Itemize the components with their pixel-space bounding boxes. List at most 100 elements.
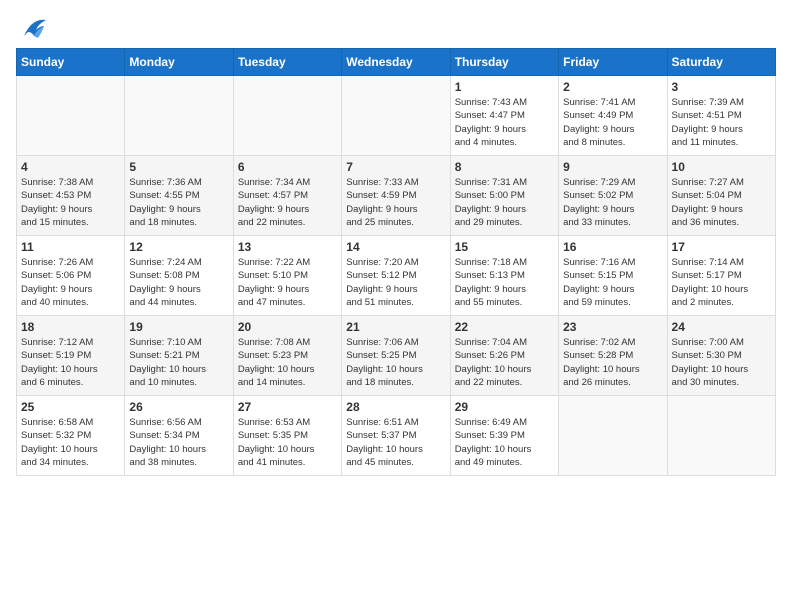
day-number: 25 [21,400,120,414]
calendar-cell: 1 Sunrise: 7:43 AM Sunset: 4:47 PM Daylig… [450,76,558,156]
day-info: Sunrise: 7:00 AM Sunset: 5:30 PM Dayligh… [672,336,771,389]
day-info: Sunrise: 7:34 AM Sunset: 4:57 PM Dayligh… [238,176,337,229]
day-number: 20 [238,320,337,334]
day-info: Sunrise: 7:38 AM Sunset: 4:53 PM Dayligh… [21,176,120,229]
day-info: Sunrise: 6:49 AM Sunset: 5:39 PM Dayligh… [455,416,554,469]
day-number: 18 [21,320,120,334]
calendar-cell: 29 Sunrise: 6:49 AM Sunset: 5:39 PM Dayli… [450,396,558,476]
day-number: 28 [346,400,445,414]
calendar-cell: 8 Sunrise: 7:31 AM Sunset: 5:00 PM Daylig… [450,156,558,236]
day-number: 15 [455,240,554,254]
day-number: 6 [238,160,337,174]
calendar-cell: 21 Sunrise: 7:06 AM Sunset: 5:25 PM Dayli… [342,316,450,396]
day-number: 5 [129,160,228,174]
calendar-cell: 27 Sunrise: 6:53 AM Sunset: 5:35 PM Dayli… [233,396,341,476]
logo-icon [16,16,48,44]
calendar-week-1: 1 Sunrise: 7:43 AM Sunset: 4:47 PM Daylig… [17,76,776,156]
calendar-cell: 3Sunrise: 7:39 AM Sunset: 4:51 PM Daylig… [667,76,775,156]
calendar-cell: 15 Sunrise: 7:18 AM Sunset: 5:13 PM Dayli… [450,236,558,316]
calendar-week-5: 25 Sunrise: 6:58 AM Sunset: 5:32 PM Dayli… [17,396,776,476]
page-header [16,16,776,44]
day-number: 12 [129,240,228,254]
weekday-header-friday: Friday [559,49,667,76]
day-number: 2 [563,80,662,94]
calendar-cell: 22 Sunrise: 7:04 AM Sunset: 5:26 PM Dayli… [450,316,558,396]
weekday-header-wednesday: Wednesday [342,49,450,76]
day-number: 22 [455,320,554,334]
calendar-cell [17,76,125,156]
calendar-cell: 26 Sunrise: 6:56 AM Sunset: 5:34 PM Dayli… [125,396,233,476]
calendar-cell [667,396,775,476]
day-number: 13 [238,240,337,254]
day-info: Sunrise: 7:04 AM Sunset: 5:26 PM Dayligh… [455,336,554,389]
day-number: 16 [563,240,662,254]
calendar-week-3: 11 Sunrise: 7:26 AM Sunset: 5:06 PM Dayli… [17,236,776,316]
day-number: 14 [346,240,445,254]
day-info: Sunrise: 7:22 AM Sunset: 5:10 PM Dayligh… [238,256,337,309]
day-number: 1 [455,80,554,94]
day-number: 9 [563,160,662,174]
weekday-header-saturday: Saturday [667,49,775,76]
day-number: 11 [21,240,120,254]
calendar-cell: 14 Sunrise: 7:20 AM Sunset: 5:12 PM Dayli… [342,236,450,316]
calendar-cell: 4Sunrise: 7:38 AM Sunset: 4:53 PM Daylig… [17,156,125,236]
calendar-cell: 23 Sunrise: 7:02 AM Sunset: 5:28 PM Dayli… [559,316,667,396]
calendar-cell: 11 Sunrise: 7:26 AM Sunset: 5:06 PM Dayli… [17,236,125,316]
day-info: Sunrise: 6:58 AM Sunset: 5:32 PM Dayligh… [21,416,120,469]
day-info: Sunrise: 7:27 AM Sunset: 5:04 PM Dayligh… [672,176,771,229]
calendar-cell: 5 Sunrise: 7:36 AM Sunset: 4:55 PM Daylig… [125,156,233,236]
day-info: Sunrise: 7:20 AM Sunset: 5:12 PM Dayligh… [346,256,445,309]
weekday-header-row: SundayMondayTuesdayWednesdayThursdayFrid… [17,49,776,76]
calendar-cell: 6 Sunrise: 7:34 AM Sunset: 4:57 PM Daylig… [233,156,341,236]
day-info: Sunrise: 7:02 AM Sunset: 5:28 PM Dayligh… [563,336,662,389]
day-info: Sunrise: 7:16 AM Sunset: 5:15 PM Dayligh… [563,256,662,309]
day-info: Sunrise: 6:56 AM Sunset: 5:34 PM Dayligh… [129,416,228,469]
day-number: 26 [129,400,228,414]
day-info: Sunrise: 6:53 AM Sunset: 5:35 PM Dayligh… [238,416,337,469]
day-info: Sunrise: 7:12 AM Sunset: 5:19 PM Dayligh… [21,336,120,389]
day-info: Sunrise: 7:06 AM Sunset: 5:25 PM Dayligh… [346,336,445,389]
weekday-header-tuesday: Tuesday [233,49,341,76]
day-info: Sunrise: 7:26 AM Sunset: 5:06 PM Dayligh… [21,256,120,309]
day-info: Sunrise: 7:14 AM Sunset: 5:17 PM Dayligh… [672,256,771,309]
day-number: 7 [346,160,445,174]
calendar-cell: 16 Sunrise: 7:16 AM Sunset: 5:15 PM Dayli… [559,236,667,316]
logo [16,16,52,44]
weekday-header-thursday: Thursday [450,49,558,76]
weekday-header-monday: Monday [125,49,233,76]
calendar-cell: 28Sunrise: 6:51 AM Sunset: 5:37 PM Dayli… [342,396,450,476]
day-number: 8 [455,160,554,174]
day-number: 29 [455,400,554,414]
day-info: Sunrise: 7:18 AM Sunset: 5:13 PM Dayligh… [455,256,554,309]
calendar-cell: 12 Sunrise: 7:24 AM Sunset: 5:08 PM Dayli… [125,236,233,316]
calendar-table: SundayMondayTuesdayWednesdayThursdayFrid… [16,48,776,476]
day-number: 24 [672,320,771,334]
calendar-cell: 7 Sunrise: 7:33 AM Sunset: 4:59 PM Daylig… [342,156,450,236]
day-number: 3 [672,80,771,94]
day-info: Sunrise: 7:36 AM Sunset: 4:55 PM Dayligh… [129,176,228,229]
day-number: 17 [672,240,771,254]
day-info: Sunrise: 7:33 AM Sunset: 4:59 PM Dayligh… [346,176,445,229]
day-info: Sunrise: 7:41 AM Sunset: 4:49 PM Dayligh… [563,96,662,149]
day-number: 19 [129,320,228,334]
calendar-cell: 20 Sunrise: 7:08 AM Sunset: 5:23 PM Dayli… [233,316,341,396]
day-number: 27 [238,400,337,414]
day-number: 23 [563,320,662,334]
day-info: Sunrise: 7:43 AM Sunset: 4:47 PM Dayligh… [455,96,554,149]
day-info: Sunrise: 7:31 AM Sunset: 5:00 PM Dayligh… [455,176,554,229]
weekday-header-sunday: Sunday [17,49,125,76]
calendar-week-4: 18 Sunrise: 7:12 AM Sunset: 5:19 PM Dayli… [17,316,776,396]
calendar-week-2: 4Sunrise: 7:38 AM Sunset: 4:53 PM Daylig… [17,156,776,236]
day-info: Sunrise: 7:08 AM Sunset: 5:23 PM Dayligh… [238,336,337,389]
day-number: 10 [672,160,771,174]
calendar-cell [559,396,667,476]
day-info: Sunrise: 7:24 AM Sunset: 5:08 PM Dayligh… [129,256,228,309]
day-number: 21 [346,320,445,334]
calendar-cell: 2 Sunrise: 7:41 AM Sunset: 4:49 PM Daylig… [559,76,667,156]
day-info: Sunrise: 7:10 AM Sunset: 5:21 PM Dayligh… [129,336,228,389]
day-info: Sunrise: 7:29 AM Sunset: 5:02 PM Dayligh… [563,176,662,229]
calendar-cell [342,76,450,156]
calendar-cell: 10 Sunrise: 7:27 AM Sunset: 5:04 PM Dayli… [667,156,775,236]
calendar-cell: 13 Sunrise: 7:22 AM Sunset: 5:10 PM Dayli… [233,236,341,316]
calendar-cell: 25 Sunrise: 6:58 AM Sunset: 5:32 PM Dayli… [17,396,125,476]
